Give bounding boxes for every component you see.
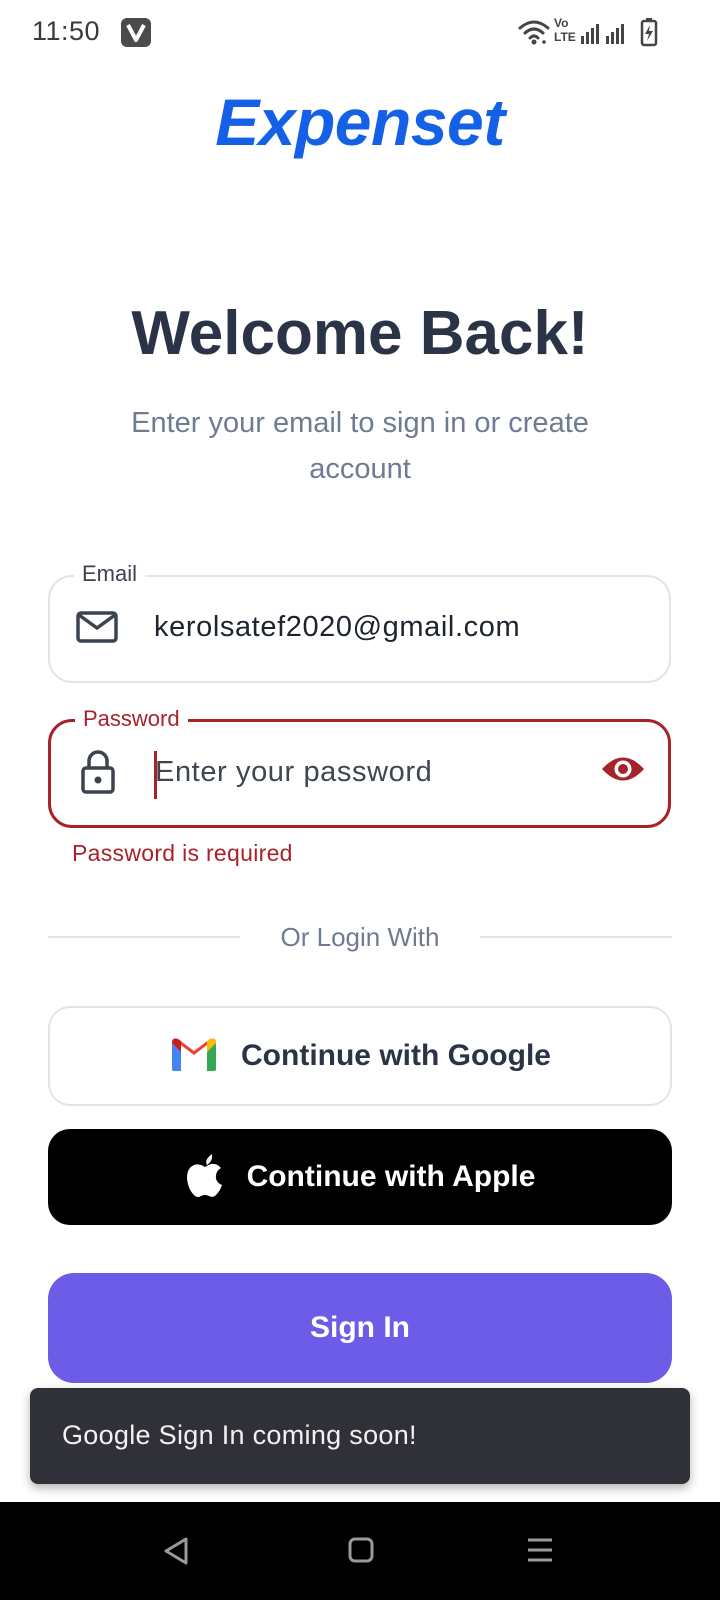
password-error-message: Password is required — [72, 840, 293, 866]
divider-text: Or Login With — [280, 922, 440, 952]
gmail-icon — [169, 1035, 219, 1078]
mail-icon — [76, 611, 118, 648]
home-square-icon[interactable] — [348, 1537, 374, 1568]
apple-button-label: Continue with Apple — [246, 1160, 536, 1193]
snackbar: Google Sign In coming soon! — [30, 1388, 690, 1484]
volte-top-label: Vo — [554, 16, 569, 30]
lock-icon — [81, 750, 115, 799]
page-title: Welcome Back! — [131, 299, 589, 368]
text-cursor — [154, 751, 157, 799]
menu-lines-icon[interactable] — [527, 1537, 553, 1568]
sign-in-label: Sign In — [310, 1311, 410, 1344]
page-subtitle: Enter your email to sign in or create ac… — [131, 407, 589, 485]
google-button-label: Continue with Google — [241, 1039, 551, 1072]
system-navigation-bar — [0, 1502, 720, 1600]
wifi-icon — [518, 20, 550, 40]
snackbar-message: Google Sign In coming soon! — [62, 1420, 417, 1450]
back-triangle-icon[interactable] — [162, 1536, 190, 1571]
status-icons: Vo LTE — [518, 16, 678, 50]
apple-signin-button[interactable]: Continue with Apple — [48, 1129, 672, 1225]
sign-in-button[interactable]: Sign In — [48, 1273, 672, 1383]
google-signin-button[interactable]: Continue with Google — [48, 1006, 672, 1106]
divider-line-right — [480, 936, 672, 938]
status-time: 11:50 — [32, 16, 101, 46]
email-field[interactable]: Email kerolsatef2020@gmail.com — [48, 561, 671, 683]
eye-icon[interactable] — [600, 752, 646, 791]
volte-bottom-label: LTE — [554, 30, 576, 44]
password-input[interactable] — [155, 750, 575, 794]
signal-bars-icon — [581, 24, 624, 44]
apple-icon — [185, 1152, 225, 1203]
password-field[interactable]: Password — [48, 706, 671, 828]
password-label: Password — [75, 706, 188, 732]
status-bar: 11:50 Vo LTE — [0, 0, 720, 68]
divider-line-left — [48, 936, 240, 938]
battery-icon — [640, 18, 658, 47]
notification-v-icon — [121, 18, 151, 47]
email-label: Email — [74, 561, 146, 587]
brand-logo: Expenset — [215, 85, 505, 159]
email-value[interactable]: kerolsatef2020@gmail.com — [154, 611, 520, 644]
